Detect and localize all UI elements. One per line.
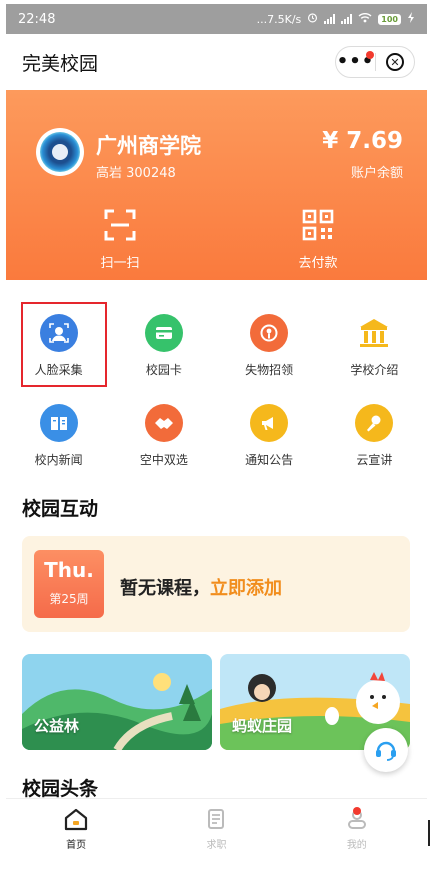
customer-service-button[interactable] (364, 728, 408, 772)
title-bar: 完美校园 ••• ✕ (6, 34, 427, 90)
pay-button[interactable]: 去付款 (278, 208, 358, 271)
tab-badge-dot (352, 807, 361, 815)
lost-found-icon (250, 314, 289, 352)
school-logo (36, 128, 84, 176)
bottom-tab-bar: 首页 求职 我的 (6, 798, 427, 860)
status-time: 22:48 (18, 11, 56, 27)
feature-campus-news[interactable]: 校内新闻 (6, 392, 111, 482)
scan-button[interactable]: 扫一扫 (80, 208, 160, 271)
status-indicators: ...7.5K/s 100 (257, 12, 415, 26)
feature-label: 校内新闻 (34, 453, 83, 467)
tab-mine[interactable]: 我的 (287, 799, 427, 860)
feature-school-intro[interactable]: 学校介绍 (322, 302, 427, 392)
feature-label: 空中双选 (139, 453, 188, 467)
tab-label: 求职 (206, 840, 227, 851)
tab-home[interactable]: 首页 (6, 799, 146, 860)
notification-dot (366, 51, 374, 59)
scan-icon (104, 209, 136, 241)
feature-label: 学校介绍 (350, 363, 399, 377)
phone-screen: 22:48 ...7.5K/s 100 完美校园 ••• ✕ 广州商学院 高岩 … (6, 4, 427, 860)
feature-notice[interactable]: 通知公告 (217, 392, 322, 482)
section-title-headlines: 校园头条 (22, 778, 99, 800)
feature-grid: 人脸采集 校园卡 失物招领 学校介绍 校内新闻 空中双选 通知公告 云宣讲 (6, 302, 427, 482)
feature-label: 人脸采集 (34, 363, 83, 377)
feature-row: 校内新闻 空中双选 通知公告 云宣讲 (6, 392, 427, 482)
signal-2-icon (341, 14, 353, 24)
handshake-icon (144, 404, 183, 442)
banner-label: 蚂蚁庄园 (232, 717, 293, 735)
banner-public-forest[interactable]: 公益林 (22, 654, 212, 750)
user-info: 高岩 300248 (96, 166, 176, 181)
qr-code-icon (302, 209, 334, 241)
battery-icon: 100 (378, 13, 401, 25)
home-icon (65, 808, 88, 831)
status-bar: 22:48 ...7.5K/s 100 (6, 4, 427, 34)
mini-program-capsule: ••• ✕ (335, 46, 415, 78)
headset-icon (376, 741, 396, 761)
feature-cloud-talk[interactable]: 云宣讲 (322, 392, 427, 482)
microphone-icon (355, 404, 394, 442)
campus-card-icon (144, 314, 183, 352)
course-card[interactable]: Thu. 第25周 暂无课程，立即添加 (22, 536, 410, 632)
section-title-interaction: 校园互动 (22, 498, 99, 520)
page-title: 完美校园 (22, 52, 99, 75)
school-building-icon (355, 314, 393, 352)
face-scan-icon (39, 314, 78, 352)
account-card: 广州商学院 高岩 300248 ¥ 7.69 账户余额 扫一扫 去付款 (6, 90, 427, 280)
feature-campus-card[interactable]: 校园卡 (111, 302, 216, 392)
no-course-text: 暂无课程， (120, 578, 210, 599)
alarm-icon (307, 12, 318, 26)
feature-label: 云宣讲 (356, 453, 393, 467)
signal-icon (324, 14, 336, 24)
charging-icon (407, 12, 415, 26)
feature-air-recruit[interactable]: 空中双选 (111, 392, 216, 482)
feature-face-collection[interactable]: 人脸采集 (6, 302, 111, 392)
close-icon: ✕ (386, 53, 404, 71)
week-number: 第25周 (49, 592, 89, 606)
tab-label: 首页 (66, 840, 87, 851)
tab-jobs[interactable]: 求职 (146, 799, 286, 860)
feature-label: 失物招领 (245, 363, 294, 377)
tab-label: 我的 (346, 840, 367, 851)
news-book-icon (39, 404, 78, 442)
close-button[interactable]: ✕ (376, 53, 414, 71)
resume-icon (208, 809, 225, 829)
text-cursor (428, 820, 430, 846)
add-course-link[interactable]: 立即添加 (210, 578, 282, 599)
network-speed: ...7.5K/s (256, 12, 302, 26)
feature-lost-found[interactable]: 失物招领 (217, 302, 322, 392)
school-name[interactable]: 广州商学院 (96, 130, 201, 160)
banner-label: 公益林 (34, 717, 80, 735)
feature-label: 校园卡 (145, 363, 182, 377)
balance-label: 账户余额 (350, 166, 403, 181)
pay-label: 去付款 (298, 256, 338, 271)
balance-amount[interactable]: ¥ 7.69 (322, 128, 403, 154)
feature-label: 通知公告 (245, 453, 294, 467)
feature-row: 人脸采集 校园卡 失物招领 学校介绍 (6, 302, 427, 392)
day-name: Thu. (44, 558, 94, 582)
course-status: 暂无课程，立即添加 (120, 574, 282, 600)
scan-label: 扫一扫 (100, 256, 140, 271)
day-badge: Thu. 第25周 (34, 550, 104, 618)
megaphone-icon (250, 404, 289, 442)
wifi-icon (358, 12, 372, 26)
